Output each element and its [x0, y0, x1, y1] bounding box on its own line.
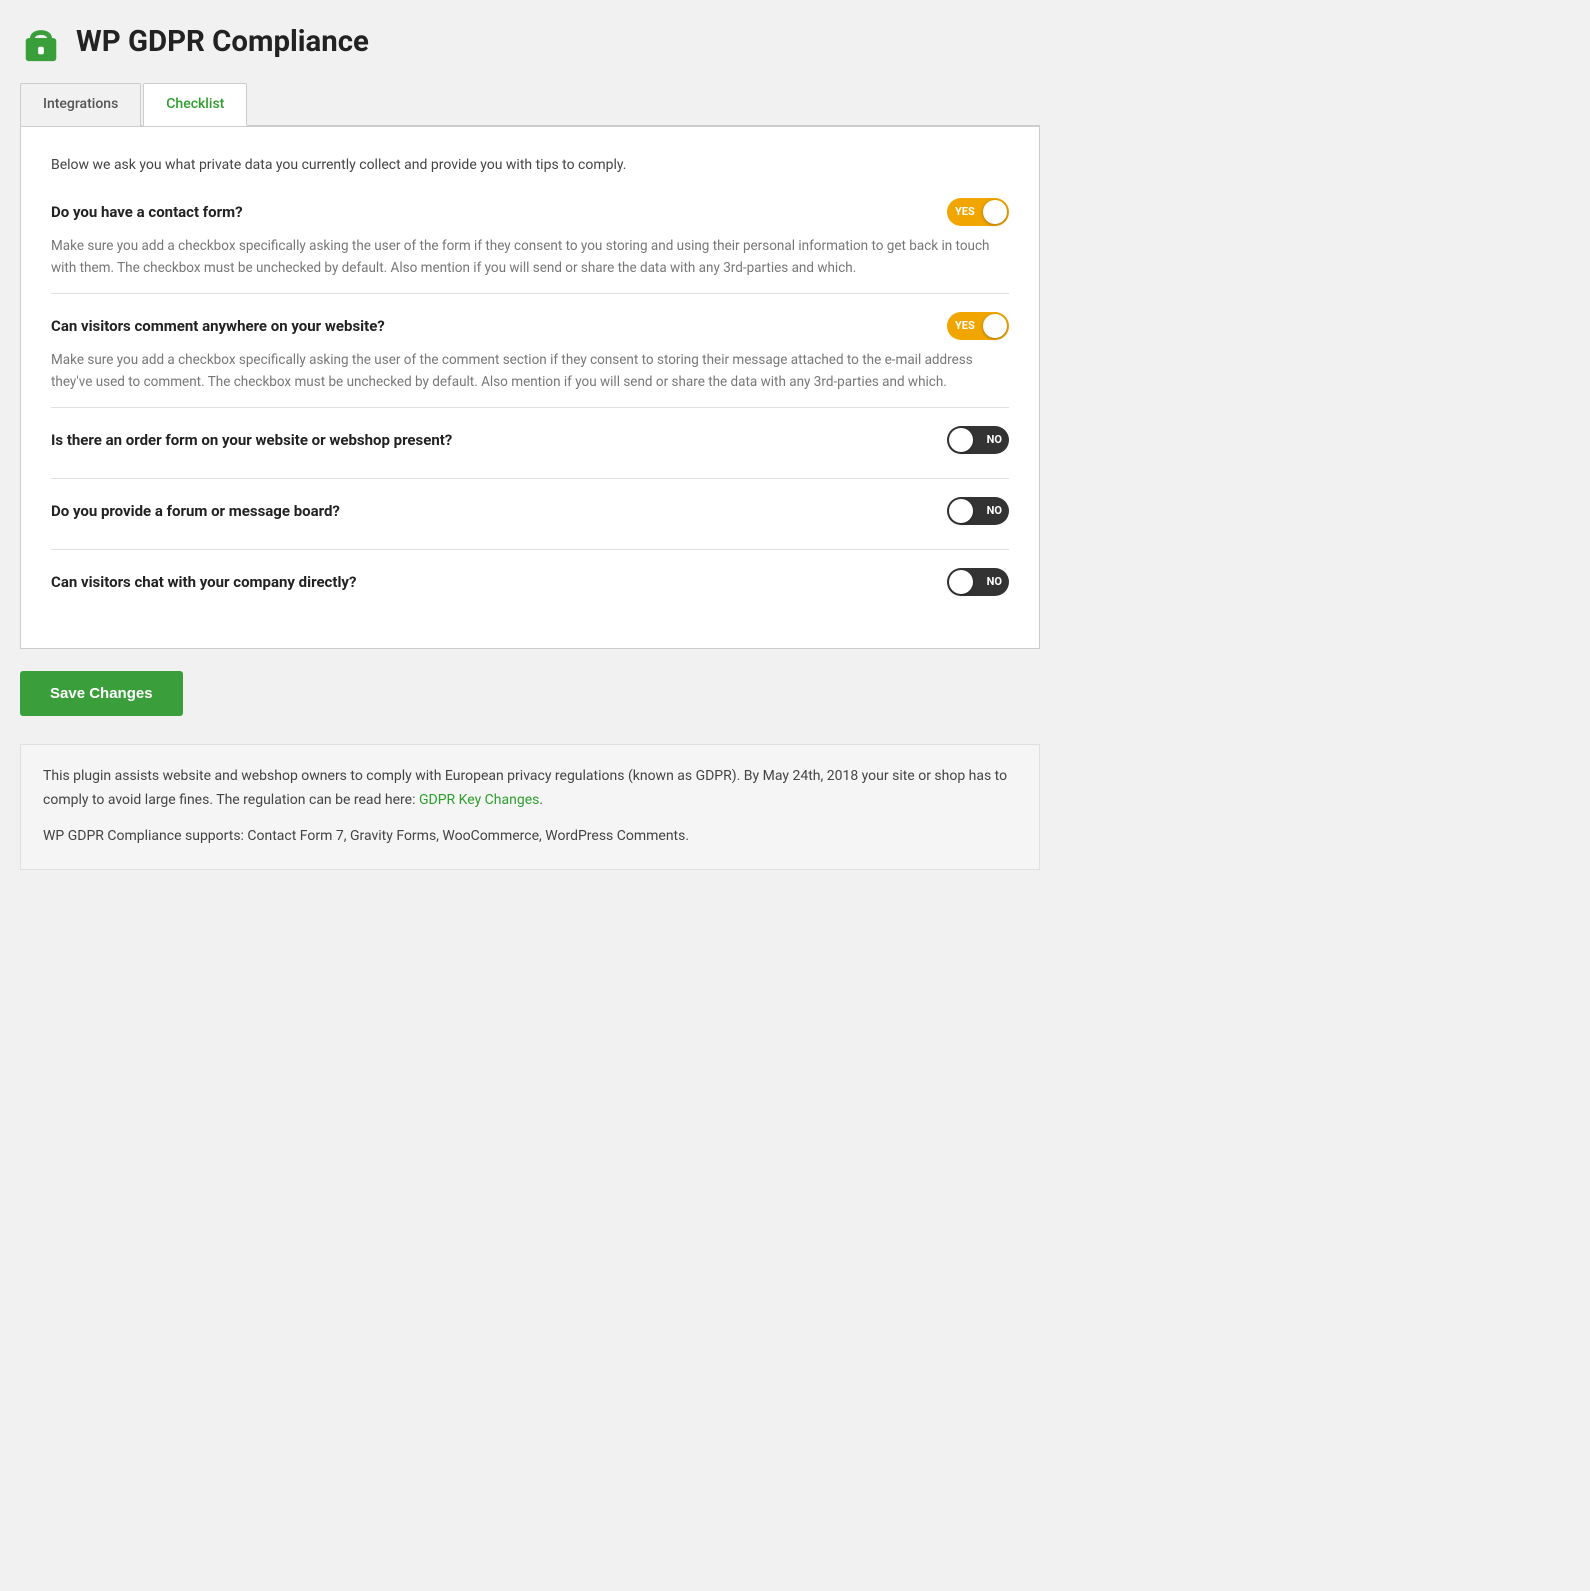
- question-row-order-form: Is there an order form on your website o…: [51, 407, 1009, 478]
- info-box: This plugin assists website and webshop …: [20, 744, 1040, 869]
- toggle-label-forum: NO: [987, 503, 1002, 520]
- question-desc-contact-form: Make sure you add a checkbox specificall…: [51, 236, 1009, 279]
- toggle-wrap-order-form[interactable]: NO: [947, 426, 1009, 454]
- save-changes-button[interactable]: Save Changes: [20, 671, 183, 716]
- toggle-chat[interactable]: NO: [947, 568, 1009, 596]
- question-label-contact-form: Do you have a contact form?: [51, 201, 243, 224]
- intro-text: Below we ask you what private data you c…: [51, 155, 1009, 176]
- toggle-forum[interactable]: NO: [947, 497, 1009, 525]
- toggle-wrap-chat[interactable]: NO: [947, 568, 1009, 596]
- toggle-wrap-visitors-comment[interactable]: YES: [947, 312, 1009, 340]
- toggle-knob-visitors-comment: [983, 314, 1007, 338]
- toggle-knob-contact-form: [983, 200, 1007, 224]
- question-row-contact-form: Do you have a contact form? YES Make sur…: [51, 198, 1009, 293]
- page-title: WP GDPR Compliance: [76, 20, 369, 64]
- tab-checklist[interactable]: Checklist: [143, 83, 247, 126]
- question-row-chat: Can visitors chat with your company dire…: [51, 549, 1009, 620]
- question-label-forum: Do you provide a forum or message board?: [51, 500, 340, 523]
- question-label-chat: Can visitors chat with your company dire…: [51, 571, 356, 594]
- main-card: Below we ask you what private data you c…: [20, 126, 1040, 649]
- question-row-forum: Do you provide a forum or message board?…: [51, 478, 1009, 549]
- toggle-knob-chat: [949, 570, 973, 594]
- tabs-bar: Integrations Checklist: [20, 82, 1040, 126]
- question-header-chat: Can visitors chat with your company dire…: [51, 568, 1009, 596]
- toggle-label-order-form: NO: [987, 432, 1002, 449]
- question-header-visitors-comment: Can visitors comment anywhere on your we…: [51, 312, 1009, 340]
- question-label-order-form: Is there an order form on your website o…: [51, 429, 452, 452]
- question-header-contact-form: Do you have a contact form? YES: [51, 198, 1009, 226]
- toggle-label-visitors-comment: YES: [955, 318, 975, 335]
- info-text-after-link: .: [539, 792, 543, 808]
- question-header-order-form: Is there an order form on your website o…: [51, 426, 1009, 454]
- gdpr-key-changes-link[interactable]: GDPR Key Changes: [419, 792, 539, 808]
- lock-icon: [20, 21, 62, 63]
- toggle-knob-order-form: [949, 428, 973, 452]
- toggle-wrap-contact-form[interactable]: YES: [947, 198, 1009, 226]
- info-paragraph-2: WP GDPR Compliance supports: Contact For…: [43, 825, 1017, 849]
- page-header: WP GDPR Compliance: [20, 20, 1040, 64]
- toggle-visitors-comment[interactable]: YES: [947, 312, 1009, 340]
- toggle-knob-forum: [949, 499, 973, 523]
- info-paragraph-1: This plugin assists website and webshop …: [43, 765, 1017, 813]
- question-desc-visitors-comment: Make sure you add a checkbox specificall…: [51, 350, 1009, 393]
- question-header-forum: Do you provide a forum or message board?…: [51, 497, 1009, 525]
- toggle-order-form[interactable]: NO: [947, 426, 1009, 454]
- toggle-label-chat: NO: [987, 574, 1002, 591]
- toggle-contact-form[interactable]: YES: [947, 198, 1009, 226]
- toggle-wrap-forum[interactable]: NO: [947, 497, 1009, 525]
- tab-integrations[interactable]: Integrations: [20, 83, 141, 126]
- question-label-visitors-comment: Can visitors comment anywhere on your we…: [51, 315, 385, 338]
- toggle-label-contact-form: YES: [955, 204, 975, 221]
- question-row-visitors-comment: Can visitors comment anywhere on your we…: [51, 293, 1009, 407]
